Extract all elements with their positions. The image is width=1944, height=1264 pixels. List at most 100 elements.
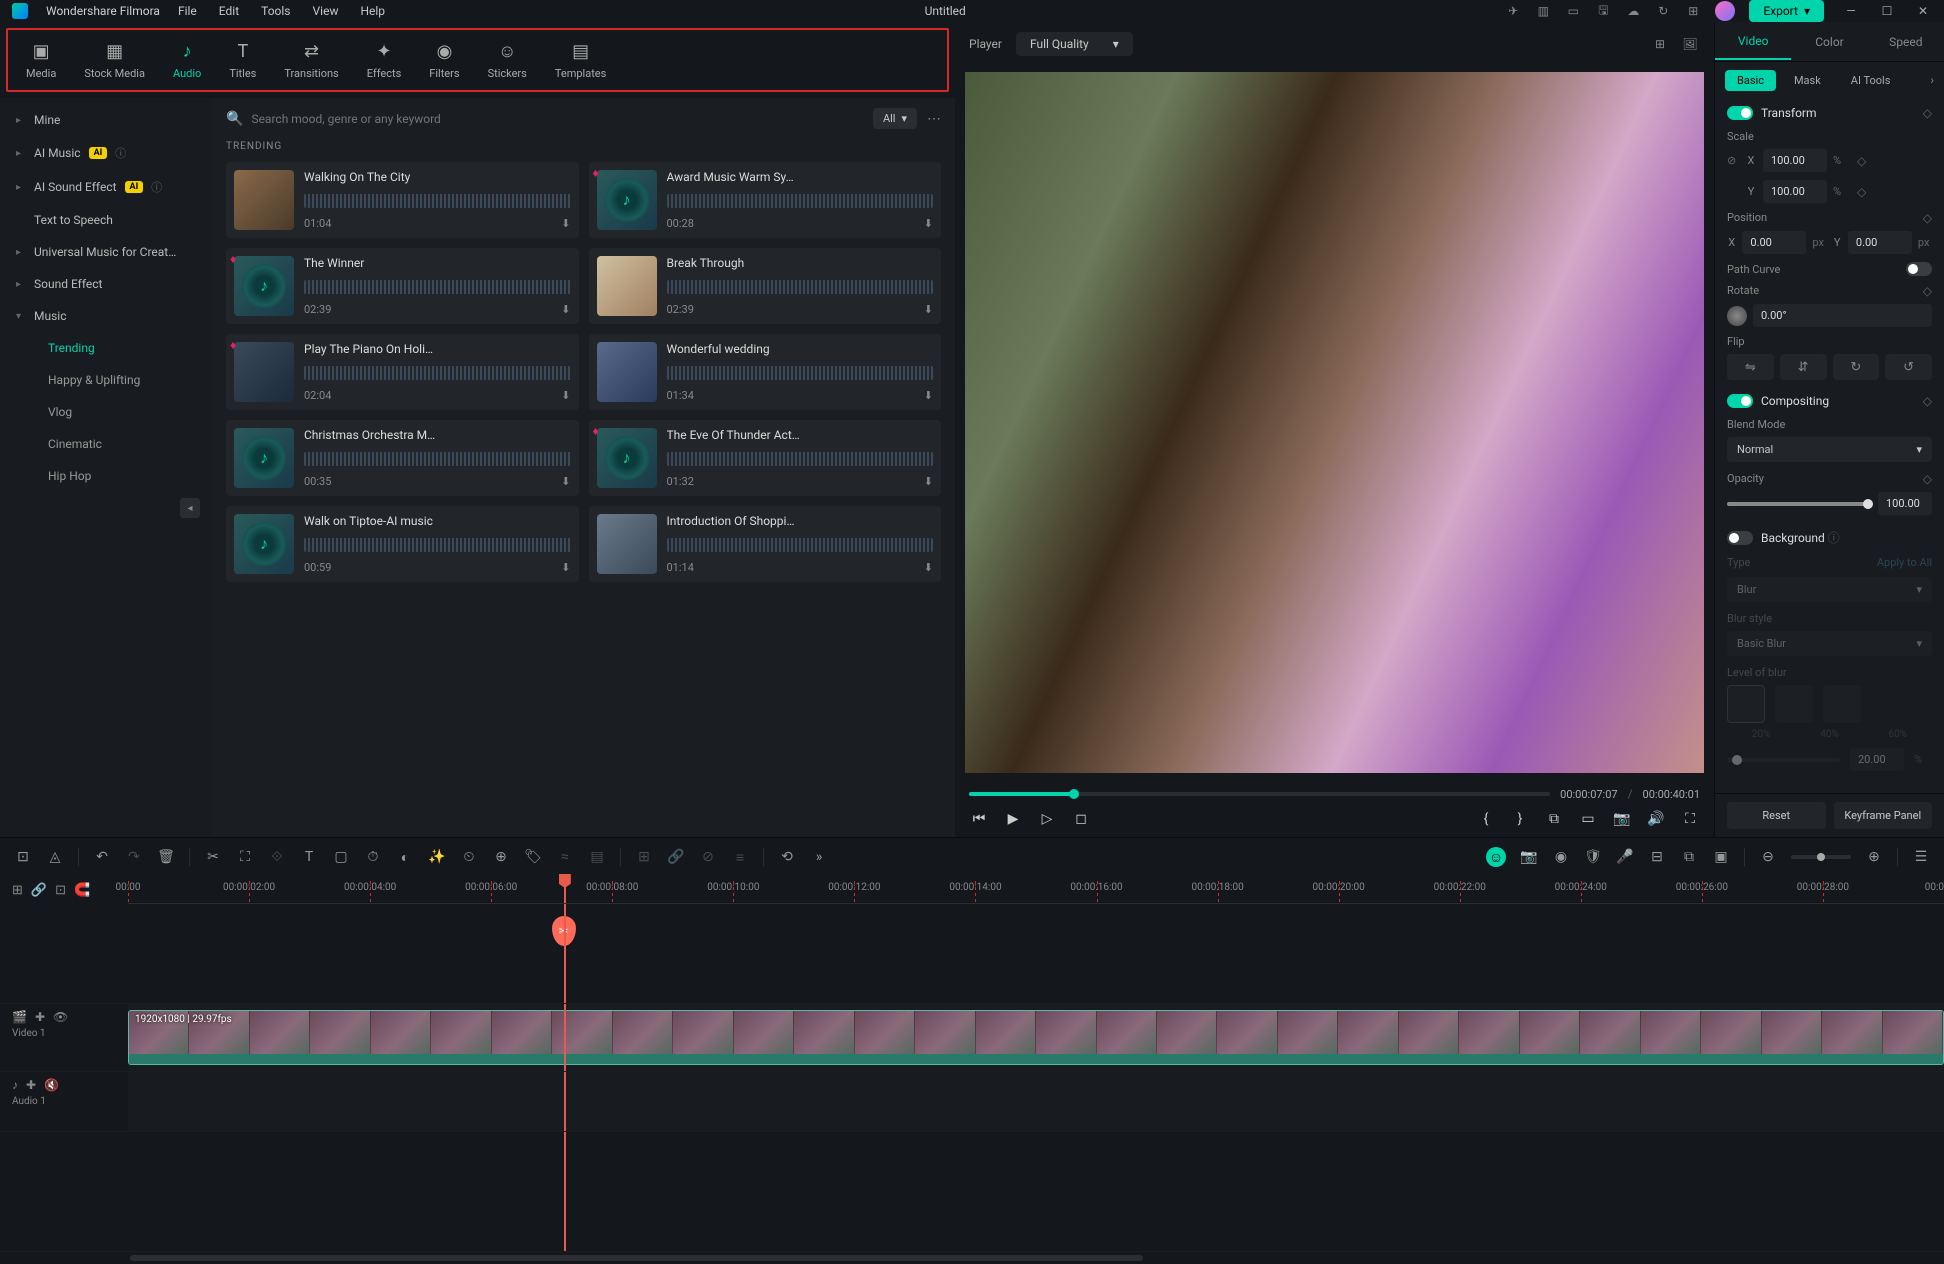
tag-icon[interactable]: 🏷 (524, 848, 542, 866)
sidebar-sub-hip-hop[interactable]: Hip Hop (0, 460, 212, 492)
download-icon[interactable]: ⬇ (924, 389, 933, 402)
keyframe-icon[interactable]: ◇ (1857, 154, 1866, 168)
blur-preset-40[interactable] (1775, 685, 1813, 723)
download-icon[interactable]: ⬇ (924, 475, 933, 488)
sidebar-item-sound-effect[interactable]: ▸Sound Effect (0, 268, 212, 300)
track-card[interactable]: ♪♦The Eve Of Thunder Act…01:32⬇ (589, 420, 942, 496)
download-icon[interactable]: ⬇ (561, 561, 570, 574)
timeline-ruler[interactable]: 00:0000:00:02:0000:00:04:0000:00:06:0000… (128, 876, 1944, 904)
blur-slider[interactable] (1727, 758, 1840, 762)
window-minimize-icon[interactable]: — (1842, 2, 1860, 20)
blur-preset-60[interactable] (1823, 685, 1861, 723)
webcam-icon[interactable]: ◉ (1552, 848, 1570, 866)
menu-edit[interactable]: Edit (219, 4, 239, 18)
sidebar-collapse-button[interactable]: ◂ (180, 498, 200, 518)
keyframe-icon[interactable]: ◇ (1923, 284, 1932, 298)
track-card[interactable]: ♦Play The Piano On Holi…02:04⬇ (226, 334, 579, 410)
tab-color[interactable]: Color (1791, 25, 1867, 59)
sparkle-icon[interactable]: ✨ (428, 848, 446, 866)
mute-icon[interactable]: 🔇 (44, 1078, 59, 1092)
zoom-out-icon[interactable]: ⊖ (1759, 848, 1777, 866)
track-card[interactable]: ♪Christmas Orchestra M…00:35⬇ (226, 420, 579, 496)
progress-bar[interactable] (969, 792, 1550, 796)
scale-x-input[interactable] (1763, 149, 1827, 172)
speed-icon[interactable]: ⏱ (364, 848, 382, 866)
text-icon[interactable]: T (300, 848, 318, 866)
tab-video[interactable]: Video (1715, 24, 1791, 60)
camera-icon[interactable]: 📷 (1520, 848, 1538, 866)
blur-preset-20[interactable] (1727, 685, 1765, 723)
transform-toggle[interactable] (1727, 106, 1753, 120)
timer-icon[interactable]: ⏲ (460, 848, 478, 866)
tab-speed[interactable]: Speed (1868, 25, 1944, 59)
blur-input[interactable] (1850, 748, 1904, 771)
menu-help[interactable]: Help (360, 4, 385, 18)
select-tool-icon[interactable]: ⊡ (14, 848, 32, 866)
subtab-basic[interactable]: Basic (1725, 70, 1776, 91)
rotate-knob[interactable] (1727, 306, 1747, 326)
list-view-icon[interactable]: ☰ (1912, 848, 1930, 866)
crop-icon[interactable]: ⧉ (1544, 809, 1564, 829)
subtab-ai-tools[interactable]: AI Tools (1839, 70, 1903, 91)
crop-icon[interactable]: ⛶ (236, 848, 254, 866)
align-icon[interactable]: ≡ (731, 848, 749, 866)
volume-icon[interactable]: 🔊 (1646, 809, 1666, 829)
color-icon[interactable]: ◐ (396, 848, 414, 866)
split-icon[interactable]: ✂ (204, 848, 222, 866)
blur-style-dropdown[interactable]: Basic Blur▾ (1727, 631, 1932, 656)
dup-icon[interactable]: ⧉ (1680, 848, 1698, 866)
window-maximize-icon[interactable]: ☐ (1878, 2, 1896, 20)
reset-button[interactable]: Reset (1727, 802, 1826, 829)
path-curve-toggle[interactable] (1906, 262, 1932, 276)
sidebar-item-mine[interactable]: ▸Mine (0, 104, 212, 136)
shape-icon[interactable]: ▢ (332, 848, 350, 866)
unlink-icon[interactable]: ⊘ (699, 848, 717, 866)
redo-icon[interactable]: ↷ (125, 848, 143, 866)
grid-view-icon[interactable]: ⊞ (1650, 34, 1670, 54)
keyframe-icon[interactable]: ◇ (1923, 211, 1932, 225)
pos-x-input[interactable] (1742, 231, 1806, 254)
record-icon[interactable]: ☺ (1486, 847, 1506, 867)
mark-in-icon[interactable]: { (1476, 809, 1496, 829)
apps-icon[interactable]: ⊞ (1685, 3, 1701, 19)
video-track[interactable]: 1920x1080 | 29.97fps (128, 1004, 1944, 1071)
opacity-slider[interactable] (1727, 502, 1868, 506)
mixer-icon[interactable]: ⊟ (1648, 848, 1666, 866)
quality-dropdown[interactable]: Full Quality▾ (1016, 32, 1133, 56)
track-card[interactable]: Introduction Of Shoppi…01:14⬇ (589, 506, 942, 582)
keyframe-icon[interactable]: ◇ (1923, 394, 1932, 408)
library-icon[interactable]: ▥ (1535, 3, 1551, 19)
media-tab-stickers[interactable]: ☺Stickers (488, 41, 527, 80)
detach-icon[interactable]: ▭ (1578, 809, 1598, 829)
snap-icon[interactable]: ▣ (1712, 848, 1730, 866)
download-icon[interactable]: ⬇ (924, 217, 933, 230)
audio-track[interactable] (128, 1072, 1944, 1131)
ruler-icon-3[interactable]: ⊡ (55, 883, 66, 898)
group-icon[interactable]: ⊞ (635, 848, 653, 866)
link-icon[interactable]: 🔗 (667, 848, 685, 866)
mic-icon[interactable]: 🎤 (1616, 848, 1634, 866)
track-card[interactable]: ♪♦The Winner02:39⬇ (226, 248, 579, 324)
media-tab-media[interactable]: ▣Media (26, 41, 56, 80)
keyframe-panel-button[interactable]: Keyframe Panel (1834, 802, 1933, 829)
download-icon[interactable]: ⬇ (561, 217, 570, 230)
keyframe-icon[interactable]: ◇ (1923, 472, 1932, 486)
prev-frame-button[interactable]: ⏮ (969, 809, 989, 829)
track-card[interactable]: Break Through02:39⬇ (589, 248, 942, 324)
preview-video[interactable] (965, 72, 1704, 773)
ruler-icon-2[interactable]: 🔗 (31, 883, 47, 898)
rotate-ccw-button[interactable]: ↺ (1885, 354, 1932, 380)
save-icon[interactable]: 🖫 (1595, 3, 1611, 19)
export-button[interactable]: Export▾ (1749, 0, 1824, 22)
ruler-icon-1[interactable]: ⊞ (12, 883, 23, 898)
focus-icon[interactable]: ⊕ (492, 848, 510, 866)
playhead[interactable] (564, 876, 566, 903)
user-avatar[interactable] (1715, 1, 1735, 21)
track-card[interactable]: Wonderful wedding01:34⬇ (589, 334, 942, 410)
download-icon[interactable]: ⬇ (924, 561, 933, 574)
sidebar-item-ai-sound-effect[interactable]: ▸AI Sound EffectAIⓘ (0, 170, 212, 204)
video-clip[interactable]: 1920x1080 | 29.97fps (128, 1010, 1944, 1065)
sync-icon[interactable]: ↻ (1655, 3, 1671, 19)
media-tab-filters[interactable]: ◉Filters (429, 41, 459, 80)
sidebar-item-text-to-speech[interactable]: Text to Speech (0, 204, 212, 236)
